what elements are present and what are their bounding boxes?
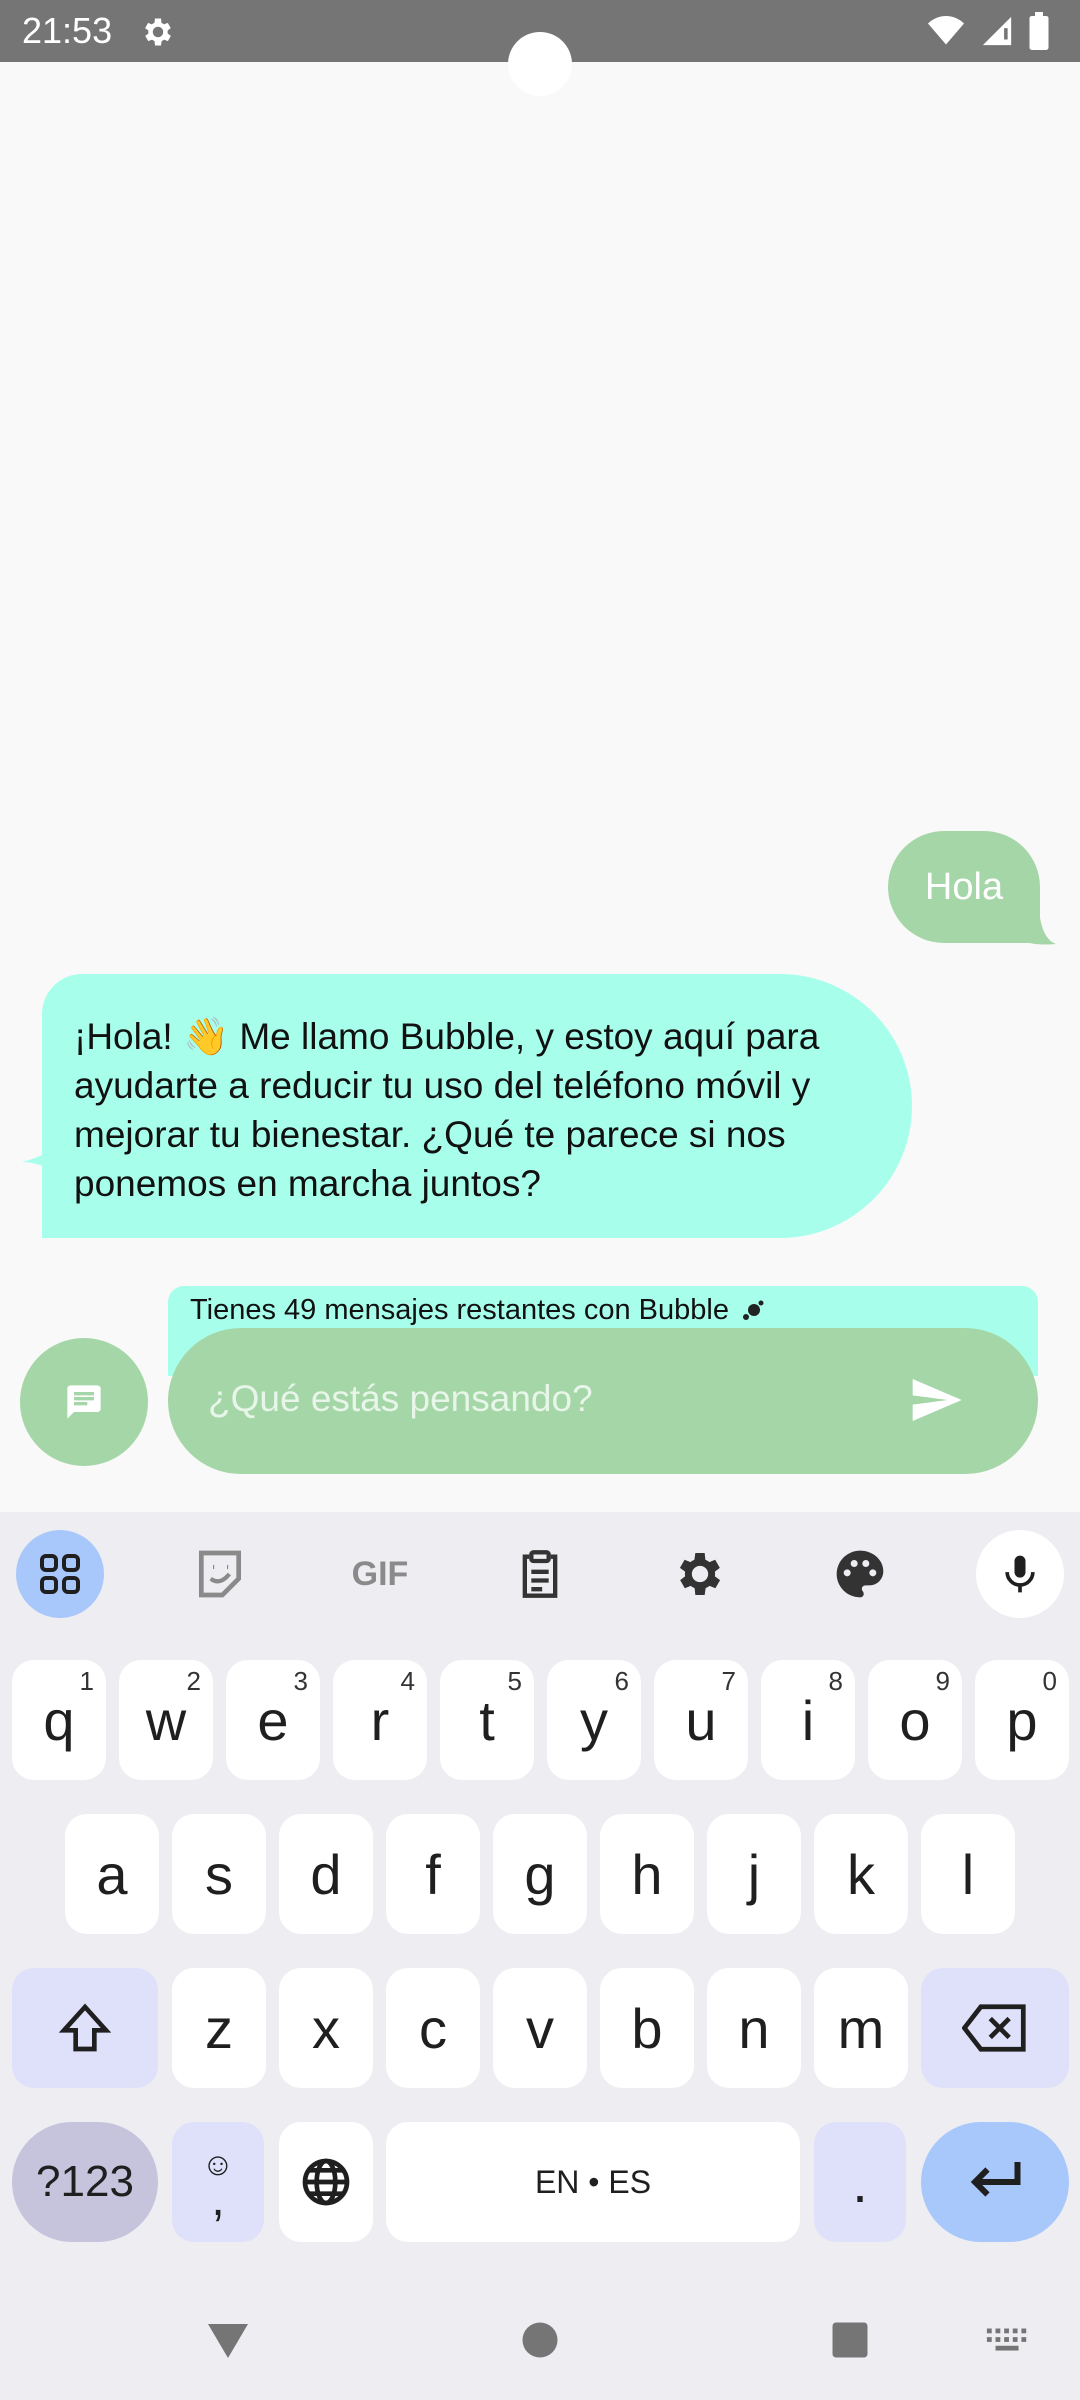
key-f[interactable]: f [386,1814,480,1934]
camera-cutout [508,32,572,96]
key-y[interactable]: y6 [547,1660,641,1780]
key-label: r [370,1688,390,1752]
key-w[interactable]: w2 [119,1660,213,1780]
key-k[interactable]: k [814,1814,908,1934]
enter-icon [970,2162,1021,2197]
shift-icon [58,2003,112,2052]
key-hint: 8 [828,1666,843,1696]
key-label: w [145,1688,187,1752]
key-hint: 5 [507,1666,522,1696]
bot-bubble-tail [22,1150,52,1170]
key-hint: 9 [935,1666,950,1696]
key-hint: 1 [79,1666,94,1696]
enter-key[interactable] [921,2122,1069,2242]
key-hint: 2 [186,1666,201,1696]
bubbles-icon [743,1300,764,1321]
key-hint: 3 [293,1666,308,1696]
key-hint: 7 [721,1666,736,1696]
comma-label: , [211,2173,225,2226]
key-a[interactable]: a [65,1814,159,1934]
backspace-key[interactable] [921,1968,1069,2088]
key-x[interactable]: x [279,1968,373,2088]
space-key[interactable]: EN • ES [386,2122,800,2242]
key-r[interactable]: r4 [333,1660,427,1780]
key-n[interactable]: n [707,1968,801,2088]
key-label: e [257,1688,289,1752]
recents-nav-icon[interactable] [820,2310,880,2370]
message-input[interactable] [208,1378,848,1420]
key-label: o [899,1688,931,1752]
key-label: i [801,1688,815,1752]
key-hint: 4 [400,1666,415,1696]
key-label: t [479,1688,495,1752]
gif-label: GIF [351,1554,409,1593]
key-label: y [580,1688,608,1752]
key-s[interactable]: s [172,1814,266,1934]
wifi-icon [928,16,964,45]
key-label: q [43,1688,75,1752]
cell-signal-icon [982,16,1012,46]
key-d[interactable]: d [279,1814,373,1934]
language-key[interactable] [279,2122,373,2242]
key-hint: 0 [1042,1666,1057,1696]
key-m[interactable]: m [814,1968,908,2088]
navigation-bar [0,2276,1080,2400]
key-q[interactable]: q1 [12,1660,106,1780]
period-key[interactable]: . [814,2122,906,2242]
key-j[interactable]: j [707,1814,801,1934]
palette-icon[interactable] [816,1530,904,1618]
symbols-key[interactable]: ?123 [12,2122,158,2242]
apps-grid-icon[interactable] [16,1530,104,1618]
keyboard-settings-icon[interactable] [656,1530,744,1618]
back-nav-icon[interactable] [198,2310,258,2370]
home-nav-icon[interactable] [510,2310,570,2370]
key-v[interactable]: v [493,1968,587,2088]
key-label: p [1006,1688,1038,1752]
bot-message-bubble: ¡Hola! 👋 Me llamo Bubble, y estoy aquí p… [42,974,912,1238]
key-l[interactable]: l [921,1814,1015,1934]
keyboard-toolbar: GIF [0,1512,1080,1636]
clipboard-icon[interactable] [496,1530,584,1618]
user-bubble-tail [1022,918,1056,945]
key-i[interactable]: i8 [761,1660,855,1780]
message-icon [67,1385,101,1419]
key-label: u [685,1688,717,1752]
status-time: 21:53 [22,10,113,51]
key-p[interactable]: p0 [975,1660,1069,1780]
key-hint: 6 [614,1666,629,1696]
sticker-icon[interactable] [176,1530,264,1618]
backspace-icon [962,2004,1026,2052]
key-c[interactable]: c [386,1968,480,2088]
keyboard-switch-icon[interactable] [978,2310,1038,2370]
key-h[interactable]: h [600,1814,694,1934]
key-u[interactable]: u7 [654,1660,748,1780]
globe-icon [302,2158,350,2206]
key-e[interactable]: e3 [226,1660,320,1780]
message-input-container [168,1328,1038,1474]
battery-icon [1029,12,1049,50]
key-b[interactable]: b [600,1968,694,2088]
send-icon[interactable] [904,1372,968,1428]
key-z[interactable]: z [172,1968,266,2088]
gif-icon[interactable]: GIF [336,1530,424,1618]
shift-key[interactable] [12,1968,158,2088]
settings-gear-icon [145,18,171,46]
chat-mode-button[interactable] [20,1338,148,1466]
remaining-messages-text: Tienes 49 mensajes restantes con Bubble [190,1294,729,1326]
key-o[interactable]: o9 [868,1660,962,1780]
emoji-comma-key[interactable]: ☺ , [172,2122,264,2242]
status-icons [926,12,1050,50]
mic-icon[interactable] [976,1530,1064,1618]
user-message-bubble: Hola [888,831,1040,943]
key-g[interactable]: g [493,1814,587,1934]
soft-keyboard: GIF q1 w2 e3 r4 t5 y6 u7 i8 o9 p0 a s d … [0,1512,1080,2400]
key-t[interactable]: t5 [440,1660,534,1780]
